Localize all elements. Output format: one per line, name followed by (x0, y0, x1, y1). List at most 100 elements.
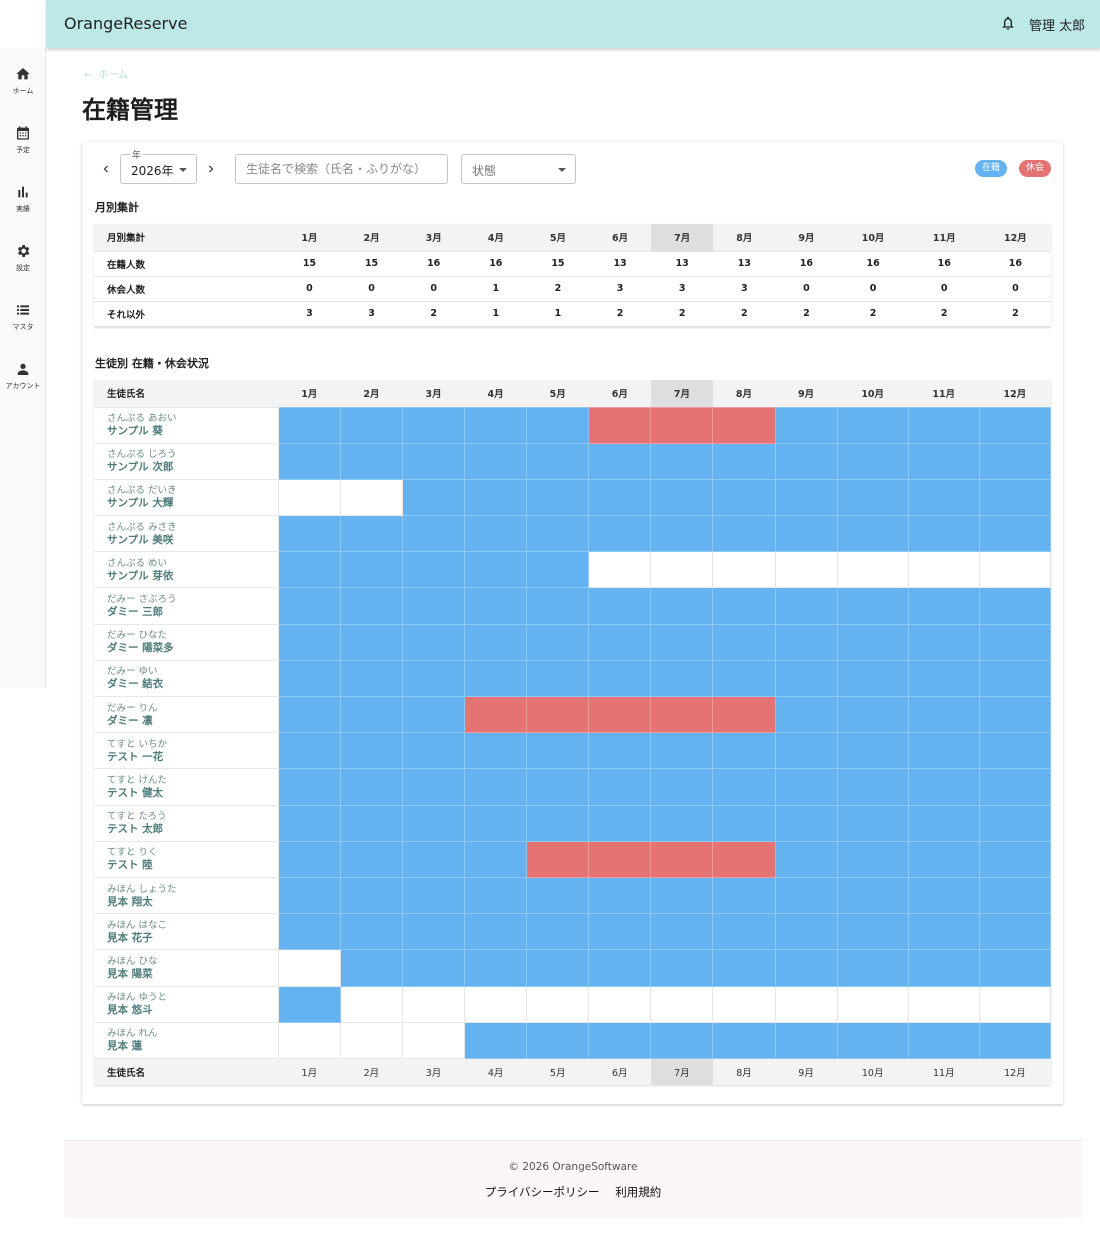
student-row[interactable]: みほん しょうた 見本 翔太 (94, 876, 1052, 915)
student-name: 見本 悠斗 (107, 1004, 153, 1017)
student-name-cell[interactable]: みほん しょうた 見本 翔太 (94, 876, 279, 915)
student-name-cell[interactable]: てすと たろう テスト 太郎 (94, 804, 279, 842)
status-cell-enrolled (650, 913, 714, 951)
student-kana: みほん れん (107, 1028, 158, 1040)
nav-item-schedule[interactable]: 予定 (0, 125, 46, 175)
student-row[interactable]: さんぷる あおい サンプル 葵 (94, 406, 1052, 444)
student-row[interactable]: てすと りく テスト 陸 (94, 840, 1052, 878)
status-cell-enrolled (588, 876, 652, 915)
student-name-cell[interactable]: みほん ひな 見本 陽菜 (94, 949, 279, 987)
month-footer: 3月 (402, 1058, 465, 1086)
student-name: 見本 翔太 (107, 895, 153, 908)
year-select[interactable]: 年 2026年 (120, 148, 197, 184)
student-row[interactable]: さんぷる じろう サンプル 次郎 (94, 442, 1052, 480)
breadcrumb-home[interactable]: ホーム (98, 70, 128, 81)
student-name-cell[interactable]: てすと りく テスト 陸 (94, 840, 279, 878)
summary-value: 2 (402, 301, 465, 327)
student-name-cell[interactable]: てすと いちか テスト 一花 (94, 732, 279, 770)
student-status-table: 生徒氏名 1月 2月 3月 4月 5月 6月 7月 8月 9月 10月 11月 … (94, 380, 1052, 1086)
status-cell-enrolled (836, 768, 909, 806)
student-kana: てすと りく (107, 847, 158, 859)
student-search-input[interactable] (235, 154, 448, 184)
status-cell-enrolled (836, 659, 909, 698)
student-name-cell[interactable]: さんぷる だいき サンプル 大輝 (94, 478, 279, 517)
status-cell-enrolled (277, 876, 341, 915)
status-cell-enrolled (978, 659, 1052, 698)
month-header: 4月 (464, 380, 527, 407)
status-cell-enrolled (277, 732, 341, 770)
nav-item-master[interactable]: マスタ (0, 302, 46, 352)
student-row[interactable]: さんぷる だいき サンプル 大輝 (94, 478, 1052, 517)
breadcrumb[interactable]: ← ホーム (84, 66, 128, 81)
month-header: 5月 (526, 380, 589, 407)
nav-item-account[interactable]: アカウント (0, 361, 46, 411)
chevron-left-icon[interactable] (99, 162, 113, 176)
student-row[interactable]: みほん ひな 見本 陽菜 (94, 949, 1052, 987)
person-icon (17, 363, 29, 375)
student-name-cell[interactable]: みほん れん 見本 蓮 (94, 1021, 279, 1059)
monthly-summary-row: 在籍人数 15 15 16 16 15 13 13 13 16 16 16 16 (94, 251, 1051, 277)
student-row[interactable]: てすと いちか テスト 一花 (94, 732, 1052, 770)
student-name-cell[interactable]: さんぷる あおい サンプル 葵 (94, 406, 279, 444)
student-row[interactable]: さんぷる みさき サンプル 美咲 (94, 515, 1052, 553)
student-name-cell[interactable]: てすと けんた テスト 健太 (94, 768, 279, 806)
status-cell-enrolled (978, 478, 1052, 517)
student-name-cell[interactable]: だみー ゆい ダミー 結衣 (94, 659, 279, 698)
app-title[interactable]: OrangeReserve (64, 14, 187, 33)
student-row[interactable]: みほん はなこ 見本 花子 (94, 913, 1052, 951)
status-cell-none (650, 551, 714, 589)
student-row[interactable]: さんぷる めい サンプル 芽依 (94, 551, 1052, 589)
privacy-policy-link[interactable]: プライバシーポリシー (485, 1185, 600, 1199)
status-cell-enrolled (526, 1021, 590, 1059)
status-cell-enrolled (277, 551, 341, 589)
status-cell-none (836, 551, 909, 589)
student-row[interactable]: だみー さぶろう ダミー 三郎 (94, 587, 1052, 625)
terms-link[interactable]: 利用規約 (615, 1185, 661, 1199)
status-cell-enrolled (907, 695, 980, 734)
student-row[interactable]: だみー ひなた ダミー 陽菜多 (94, 623, 1052, 661)
summary-value: 0 (775, 276, 838, 302)
student-row[interactable]: みほん れん 見本 蓮 (94, 1021, 1052, 1059)
nav-item-settings[interactable]: 設定 (0, 243, 46, 293)
status-cell-enrolled (339, 949, 403, 987)
month-header: 8月 (712, 380, 776, 407)
status-cell-enrolled (526, 949, 590, 987)
student-name-cell[interactable]: さんぷる めい サンプル 芽依 (94, 551, 279, 589)
student-kana: みほん はなこ (107, 919, 168, 931)
status-cell-enrolled (978, 442, 1052, 480)
student-row[interactable]: だみー りん ダミー 凛 (94, 695, 1052, 734)
status-cell-enrolled (401, 732, 466, 770)
student-name-cell[interactable]: さんぷる みさき サンプル 美咲 (94, 515, 279, 553)
student-name-cell[interactable]: だみー さぶろう ダミー 三郎 (94, 587, 279, 625)
chevron-right-icon[interactable] (204, 162, 218, 176)
summary-value: 2 (713, 301, 776, 327)
status-select[interactable]: 状態 (461, 154, 576, 184)
student-name-cell[interactable]: さんぷる じろう サンプル 次郎 (94, 442, 279, 480)
student-name-cell[interactable]: だみー りん ダミー 凛 (94, 695, 279, 734)
student-row[interactable]: てすと けんた テスト 健太 (94, 768, 1052, 806)
student-name-cell[interactable]: みほん はなこ 見本 花子 (94, 913, 279, 951)
status-cell-enrolled (650, 659, 714, 698)
summary-value: 16 (837, 251, 909, 277)
status-cell-enrolled (277, 840, 341, 878)
student-name-cell[interactable]: だみー ひなた ダミー 陽菜多 (94, 623, 279, 661)
bell-icon[interactable] (1000, 14, 1016, 32)
status-cell-enrolled (277, 804, 341, 842)
status-cell-enrolled (401, 876, 466, 915)
user-name[interactable]: 管理 太郎 (1029, 15, 1085, 34)
status-cell-enrolled (907, 732, 980, 770)
summary-value: 16 (402, 251, 465, 277)
month-header: 3月 (402, 224, 465, 252)
nav-item-home[interactable]: ホーム (0, 66, 46, 116)
status-cell-leave (712, 840, 776, 878)
status-cell-enrolled (978, 695, 1052, 734)
summary-value: 16 (979, 251, 1051, 277)
student-name-cell[interactable]: みほん ゆうと 見本 悠斗 (94, 985, 279, 1023)
nav-item-results[interactable]: 実績 (0, 184, 46, 234)
student-row[interactable]: みほん ゆうと 見本 悠斗 (94, 985, 1052, 1023)
student-row[interactable]: だみー ゆい ダミー 結衣 (94, 659, 1052, 698)
summary-value: 3 (713, 276, 776, 302)
status-cell-enrolled (401, 551, 466, 589)
student-row[interactable]: てすと たろう テスト 太郎 (94, 804, 1052, 842)
status-cell-enrolled (401, 659, 466, 698)
